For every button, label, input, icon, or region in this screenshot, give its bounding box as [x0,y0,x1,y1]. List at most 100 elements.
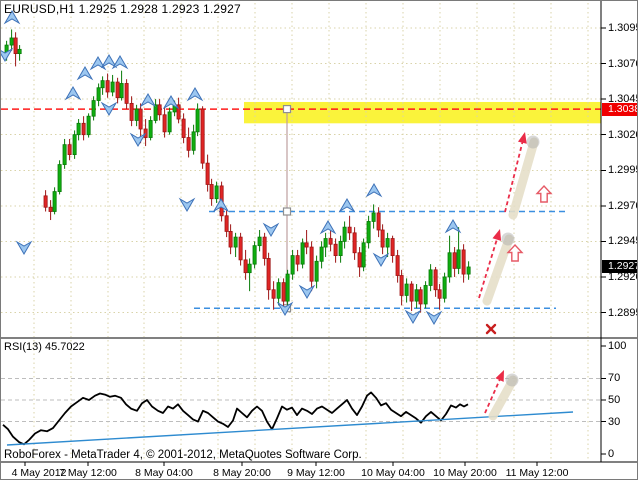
price-tick-label: 1.2995 [608,164,638,176]
candle-body [130,103,133,120]
rsi-indicator-caption: RSI(13) 45.7022 [4,341,85,353]
candle-body [234,237,237,247]
candle-body [353,233,356,253]
candle-body [82,123,85,134]
candle-body [263,237,266,258]
candle-body [158,105,161,115]
candle-body [49,207,52,211]
fractal-up-icon [321,221,335,233]
candle-body [315,261,318,281]
candle-body [244,260,247,273]
rsi-scale-label: 100 [608,340,626,352]
date-tick-label: 8 May 20:00 [206,467,278,479]
fractal-up-icon [78,67,92,79]
candle-body [310,247,313,281]
candle-body [239,237,242,260]
chart-window[interactable]: 1.30951.30701.30451.30201.29951.29701.29… [0,0,638,480]
candle-body [362,243,365,267]
candle-body [44,196,47,207]
candle-body [225,216,228,232]
candle-body [267,258,270,289]
fractal-down-icon [406,311,420,323]
fractal-down-icon [17,242,31,254]
candle-body [367,221,370,242]
fractal-up-icon [66,87,80,99]
date-tick-label: 10 May 04:00 [357,467,429,479]
candle-body [201,109,204,163]
candle-body [53,192,56,212]
arrow-glow-trail [487,239,509,301]
candle-body [343,227,346,241]
date-tick-label: 11 May 12:00 [501,467,573,479]
candle-body [334,244,337,255]
candle-body [77,123,80,134]
candle-body [92,101,95,117]
candle-body [258,237,261,246]
fractal-up-icon [91,57,105,69]
candle-body [419,290,422,304]
candle-body [14,38,17,54]
candle-body [396,256,399,276]
fractal-up-icon [188,88,202,100]
arrow-glow-smudge [527,136,540,149]
arrow-glow-trail [513,142,534,215]
candle-body [339,241,342,255]
candle-body [358,253,361,267]
candle-body [372,213,375,222]
price-tick-label: 1.2970 [608,200,638,212]
candle-body [348,227,351,233]
fractal-down-icon [264,224,278,236]
candle-body [301,243,304,264]
candle-body [135,109,138,120]
date-tick-label: 10 May 20:00 [429,467,501,479]
line-anchor-handle[interactable] [284,208,291,215]
line-anchor-handle[interactable] [284,106,291,113]
copyright-text: RoboForex - MetaTrader 4, © 2001-2012, M… [4,449,362,461]
candle-body [116,82,119,98]
hollow-up-arrow-icon [537,186,551,202]
candle-body [438,290,441,299]
candle-body [410,284,413,301]
rsi-trendline [7,412,573,445]
fractal-up-icon [113,56,127,68]
candle-body [272,290,275,299]
candle-body [253,246,256,264]
candle-body [149,120,152,137]
candle-body [424,285,427,303]
candle-body [453,253,456,269]
candlestick-chart-canvas[interactable] [1,1,638,480]
candle-body [154,105,157,121]
candle-body [187,138,190,151]
fractal-up-icon [367,184,381,196]
candle-body [377,213,380,230]
candle-body [10,38,13,45]
candle-body [405,284,408,295]
candle-body [282,283,285,301]
projection-arrow-head [495,370,504,382]
candle-body [434,270,437,290]
candle-body [291,256,294,274]
candle-body [97,88,100,101]
candle-body [125,83,128,103]
resistance-price-tag: 1.3038 [602,103,638,116]
candle-body [462,250,465,274]
target-zone-rectangle [244,102,601,123]
candle-body [329,239,332,245]
candle-body [210,184,213,198]
candle-body [63,145,66,165]
candle-body [443,277,446,298]
current-price-tag: 1.2927 [602,260,638,273]
projection-arrow-head [492,229,501,241]
date-tick-label: 8 May 04:00 [128,467,200,479]
fractal-down-icon [374,254,388,266]
candle-body [386,239,389,248]
candle-body [73,135,76,155]
candle-body [448,253,451,277]
chart-title: EURUSD,H1 1.2925 1.2928 1.2923 1.2927 [4,3,241,15]
candle-body [163,115,166,132]
price-tick-label: 1.3070 [608,58,638,70]
candle-body [168,112,171,132]
candle-body [196,109,199,132]
fractal-down-icon [131,134,145,146]
candle-body [139,109,142,129]
